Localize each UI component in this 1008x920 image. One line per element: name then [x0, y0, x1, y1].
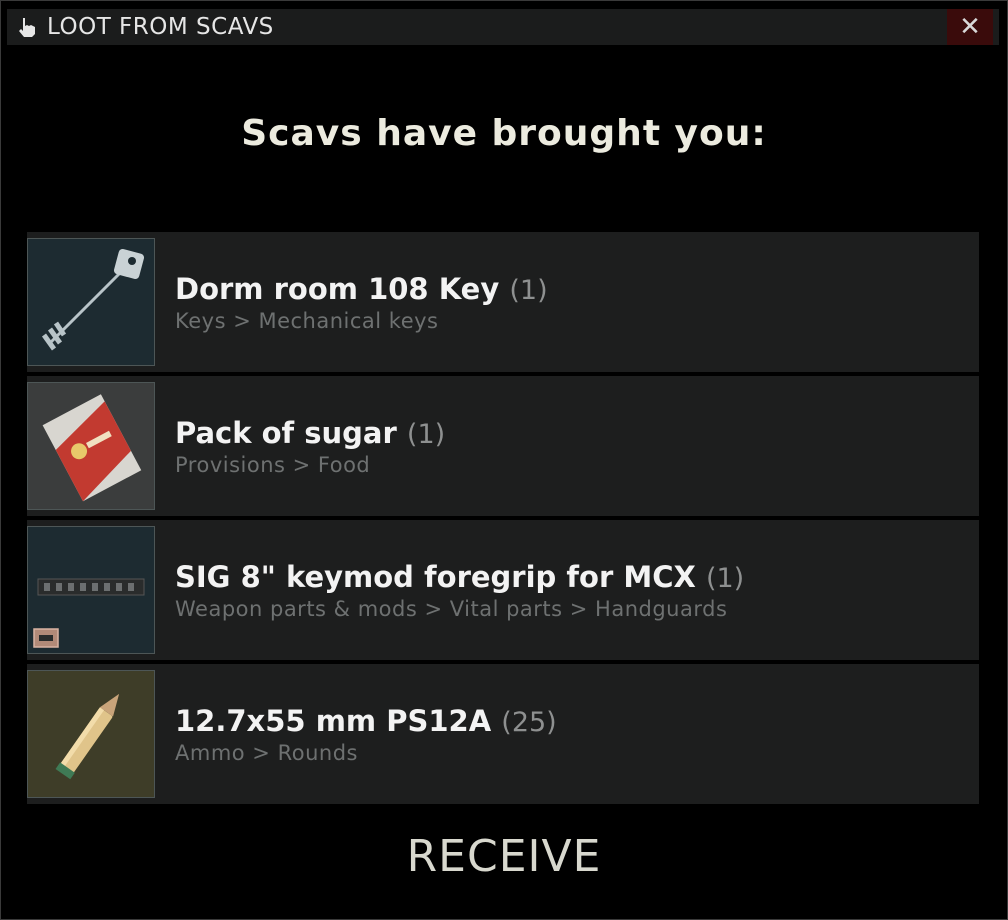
loot-item-dorm-key[interactable]: Dorm room 108 Key (1) Keys > Mechanical … [27, 232, 979, 372]
item-quantity: (1) [509, 275, 548, 306]
item-quantity: (1) [705, 563, 745, 594]
receive-button[interactable]: RECEIVE [1, 831, 1007, 882]
page-title: Scavs have brought you: [241, 113, 767, 154]
item-quantity: (1) [406, 419, 446, 450]
item-name: 12.7x55 mm PS12A (25) [175, 704, 557, 738]
item-name: SIG 8" keymod foregrip for MCX (1) [175, 560, 745, 594]
window-title: LOOT FROM SCAVS [47, 14, 274, 40]
loot-item-sugar[interactable]: Pack of sugar (1) Provisions > Food [27, 376, 979, 516]
item-category: Ammo > Rounds [175, 741, 358, 765]
sugar-pack-icon [27, 382, 155, 510]
handguard-icon [27, 526, 155, 654]
loot-dialog: LOOT FROM SCAVS ✕ Scavs have brought you… [0, 0, 1008, 920]
receive-label: RECEIVE [406, 831, 602, 882]
title-bar[interactable]: LOOT FROM SCAVS ✕ [7, 9, 999, 45]
item-category: Weapon parts & mods > Vital parts > Hand… [175, 597, 728, 621]
hand-pointer-icon [15, 16, 39, 38]
item-name: Dorm room 108 Key (1) [175, 272, 548, 306]
loot-item-ammo[interactable]: 12.7x55 mm PS12A (25) Ammo > Rounds [27, 664, 979, 804]
key-icon [27, 238, 155, 366]
item-quantity: (25) [501, 707, 557, 738]
item-category: Provisions > Food [175, 453, 371, 477]
item-name: Pack of sugar (1) [175, 416, 446, 450]
close-button[interactable]: ✕ [947, 9, 993, 45]
loot-list: Dorm room 108 Key (1) Keys > Mechanical … [27, 232, 979, 804]
ammo-round-icon [27, 670, 155, 798]
loot-item-handguard[interactable]: SIG 8" keymod foregrip for MCX (1) Weapo… [27, 520, 979, 660]
item-category: Keys > Mechanical keys [175, 309, 439, 333]
